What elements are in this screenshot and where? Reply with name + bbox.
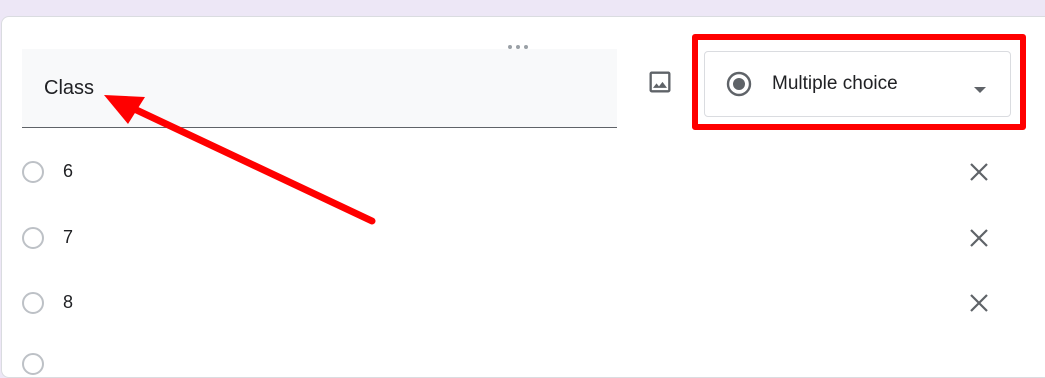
add-option-radio-icon [22,353,44,375]
question-title-text: Class [44,77,95,99]
option-radio-icon [22,161,44,183]
question-type-dropdown[interactable]: Multiple choice [704,51,1011,117]
question-card: Class Multiple choice 6 7 8 [1,16,1045,378]
question-title-input[interactable]: Class [22,49,617,128]
remove-option-icon[interactable] [967,291,991,315]
option-radio-icon [22,227,44,249]
dropdown-arrow-icon [973,81,987,93]
question-type-label: Multiple choice [772,73,898,94]
remove-option-icon[interactable] [967,226,991,250]
radio-button-checked-icon [726,71,752,97]
option-label[interactable]: 7 [63,227,73,248]
option-label[interactable]: 8 [63,292,73,313]
option-radio-icon [22,292,44,314]
option-row: 6 [2,149,1045,199]
add-image-icon[interactable] [646,68,674,96]
option-row: 8 [2,280,1045,330]
option-row: 7 [2,215,1045,265]
remove-option-icon[interactable] [967,160,991,184]
option-label[interactable]: 6 [63,161,73,182]
